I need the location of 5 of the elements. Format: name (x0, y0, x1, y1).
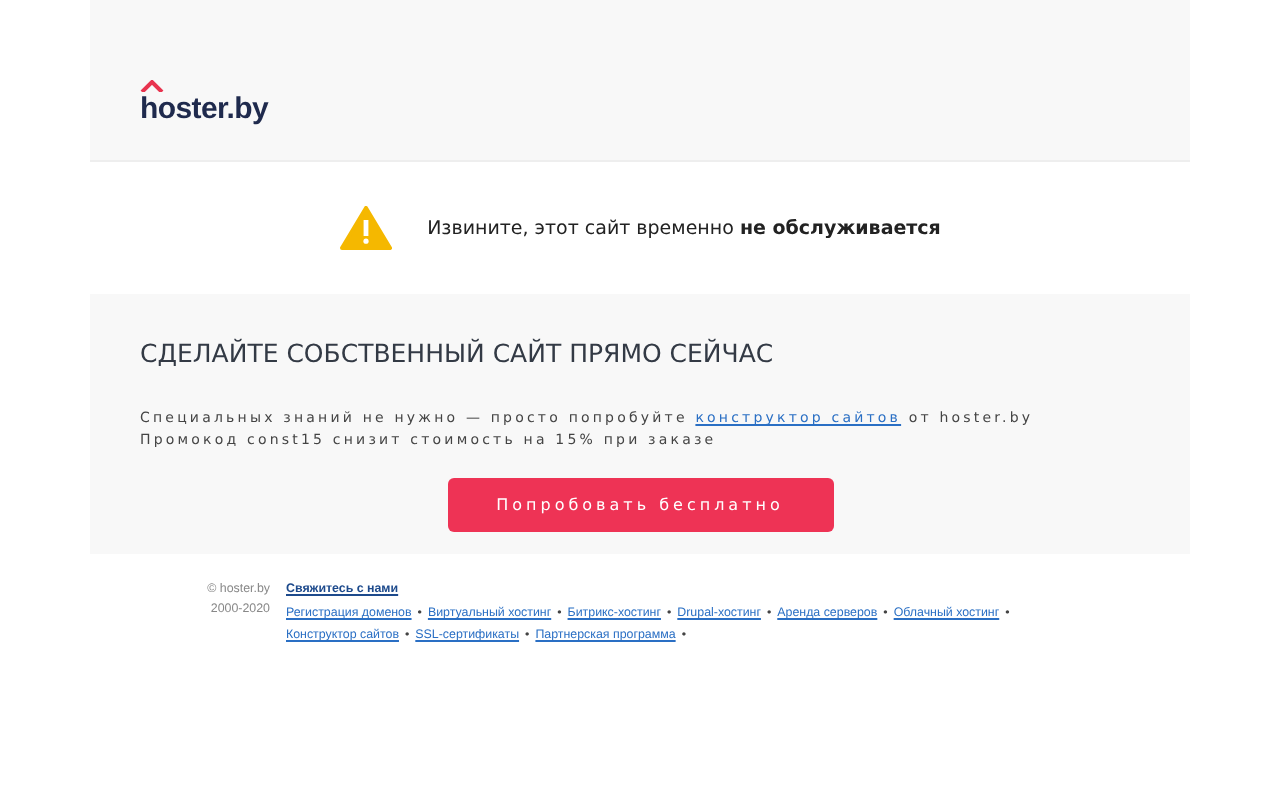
warning-icon (339, 206, 392, 250)
try-free-button[interactable]: Попробовать бесплатно (447, 478, 833, 532)
promo-title: СДЕЛАЙТЕ СОБСТВЕННЫЙ САЙТ ПРЯМО СЕЙЧАС (140, 338, 776, 368)
logo[interactable]: hoster.by (140, 80, 268, 126)
notice-text: Извините, этот сайт временно не обслуживается (427, 217, 941, 239)
